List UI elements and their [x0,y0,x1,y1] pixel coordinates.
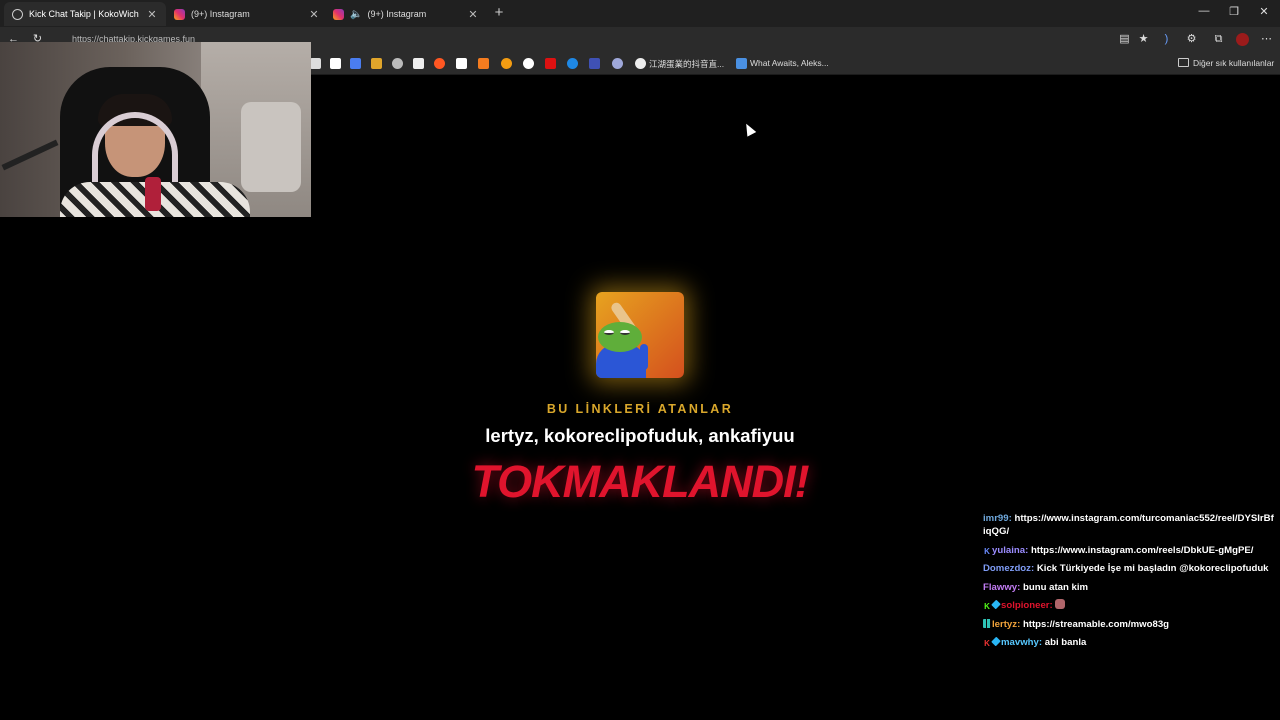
tab-strip: Kick Chat Takip | KokoWich ✕ (9+) Instag… [0,0,1280,27]
bookmark-icon[interactable] [501,58,512,69]
chat-text: abi banla [1044,637,1087,648]
reader-mode-icon[interactable]: ▤ [1118,33,1131,46]
tab-instagram-1[interactable]: (9+) Instagram ✕ [166,2,328,26]
webcam-overlay [0,42,311,217]
bookmark-icon[interactable] [478,58,489,69]
gem-badge-icon [991,599,1001,610]
chat-username[interactable]: Flawwy [983,582,1017,593]
tab-kick-chat-takip[interactable]: Kick Chat Takip | KokoWich ✕ [4,2,166,26]
close-icon[interactable]: ✕ [146,8,158,21]
chat-message: Kmavwhy: abi banla [984,636,1087,648]
extensions-icon[interactable]: ⚙ [1185,33,1198,46]
chat-message: Domezdoz: Kick Türkiyede İşe mi başladın… [983,563,1269,574]
mouse-cursor-icon [741,121,757,137]
bookmark-icon[interactable] [545,58,556,69]
instagram-icon [174,8,185,20]
bookmark-icon[interactable] [371,58,382,69]
more-menu-icon[interactable]: ⋯ [1260,33,1273,46]
chat-text[interactable]: https://www.instagram.com/turcomaniac552… [983,513,1274,537]
chat-message: Kyulaina: https://www.instagram.com/reel… [984,544,1254,556]
tab-title: Kick Chat Takip | KokoWich [29,9,139,19]
folder-icon[interactable] [1178,58,1189,67]
chat-username[interactable]: imr99 [983,513,1009,524]
reddit-icon[interactable] [434,58,445,69]
chat-username[interactable]: solpioneer [1001,600,1050,611]
emote-icon [1055,599,1066,609]
speaker-icon[interactable]: 🔈 [350,9,362,20]
kick-badge-icon: K [984,639,990,648]
subscriber-badge-icon [983,618,991,628]
tiktok-icon[interactable] [635,58,646,69]
alert-subtitle: BU LİNKLERİ ATANLAR [546,402,734,416]
kick-badge-icon: K [984,546,990,556]
profile-avatar[interactable] [1236,33,1249,46]
chat-message: imr99: https://www.instagram.com/turcoma… [983,513,1274,537]
tab-title: (9+) Instagram [367,9,427,19]
alert-title: TOKMAKLANDI! [471,456,809,507]
chat-text[interactable]: https://streamable.com/mwo83g [1023,619,1169,630]
bookmark-icon[interactable] [523,58,534,69]
chat-username[interactable]: mavwhy [1001,637,1039,648]
bookmark-label[interactable]: 江湖蛋業的抖音直... [649,58,724,70]
collections-icon[interactable]: ⧉ [1212,33,1225,46]
x-icon[interactable] [330,58,341,69]
bookmark-icon[interactable] [413,58,424,69]
restore-button[interactable]: ❐ [1227,5,1241,18]
close-icon[interactable]: ✕ [467,8,479,21]
chat-username[interactable]: yulaina [992,545,1025,556]
chat-username[interactable]: lertyz [992,619,1017,630]
bookmark-icon[interactable] [567,58,578,69]
favorite-star-icon[interactable]: ★ [1137,33,1150,46]
chat-text[interactable]: https://www.instagram.com/reels/DbkUE-gM… [1031,545,1253,556]
gem-badge-icon [991,636,1001,647]
alert-names: lertyz, kokoreclipofuduk, ankafiyuu [485,425,795,446]
other-bookmarks[interactable]: Diğer sık kullanılanlar [1193,58,1274,68]
instagram-icon [333,8,344,20]
chat-text: Kick Türkiyede İşe mi başladın @kokorecl… [1036,563,1269,574]
steam-icon[interactable] [736,58,747,69]
bookmark-icon[interactable] [589,58,600,69]
bookmark-icon[interactable] [310,58,321,69]
minimize-button[interactable]: — [1197,5,1211,17]
alert-emote-image [596,292,684,378]
bookmark-label[interactable]: What Awaits, Aleks... [750,58,829,68]
chat-feed: imr99: https://www.instagram.com/turcoma… [983,512,1276,655]
close-icon[interactable]: ✕ [308,8,320,21]
microphone-icon [145,177,161,211]
chat-message: Flawwy: bunu atan kim [983,581,1089,593]
tab-title: (9+) Instagram [191,9,250,19]
new-tab-button[interactable]: + [490,4,508,21]
read-aloud-icon[interactable]: ) [1160,33,1173,46]
bookmark-icon[interactable] [392,58,403,69]
chat-message: Ksolpioneer: [983,599,1276,612]
globe-icon [12,8,23,20]
tab-instagram-2[interactable]: 🔈 (9+) Instagram ✕ [325,2,487,26]
bookmark-icon[interactable] [612,58,623,69]
kick-badge-icon: K [984,602,990,611]
window-close-button[interactable]: ✕ [1257,5,1271,18]
bookmark-icon[interactable] [456,58,467,69]
chat-text: bunu atan kim [1023,581,1089,593]
chat-message: lertyz: https://streamable.com/mwo83g [983,618,1276,631]
chat-username[interactable]: Domezdoz [983,563,1031,574]
bookmark-icon[interactable] [350,58,361,69]
